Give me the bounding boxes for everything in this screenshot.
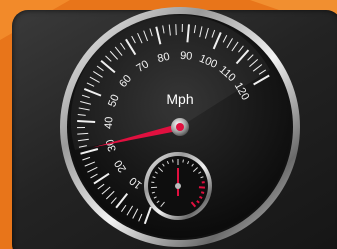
needle-hub-center <box>176 123 184 131</box>
unit-label: Mph <box>166 91 193 107</box>
sub-gauge <box>144 152 212 220</box>
sub-gauge-tick <box>198 195 203 200</box>
sub-gauge-tick <box>182 159 184 163</box>
tick-mark <box>77 120 96 124</box>
speedometer-gauge: 0102030405060708090100110120 Mph <box>60 7 300 247</box>
dashboard-scene: 0102030405060708090100110120 Mph <box>0 0 337 249</box>
sub-gauge-tick <box>200 191 205 194</box>
tick-label: 40 <box>103 116 116 129</box>
sub-gauge-tick <box>172 159 174 163</box>
tick-label: 90 <box>180 50 193 63</box>
